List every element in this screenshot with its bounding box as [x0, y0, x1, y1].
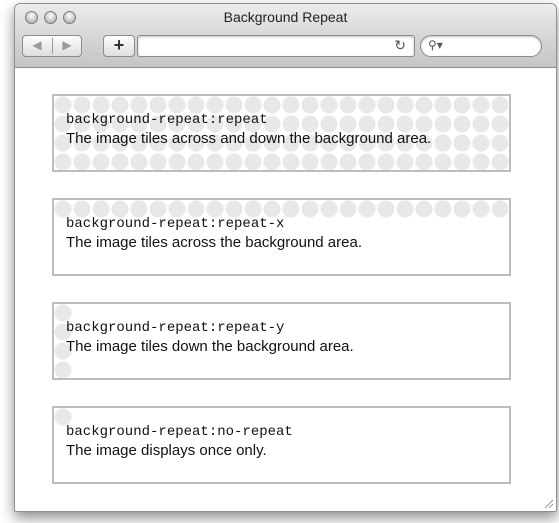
pattern-circle — [491, 200, 509, 218]
resize-grip-icon[interactable] — [542, 497, 554, 509]
search-icon: ⚲▾ — [428, 38, 443, 52]
nav-button-group: ◀ ▶ — [22, 35, 82, 57]
pattern-circle — [149, 153, 167, 170]
pattern-circle — [320, 153, 338, 170]
box-code-label: background-repeat:repeat-x — [66, 216, 285, 232]
pattern-circle — [54, 361, 72, 378]
browser-window: Background Repeat ◀ ▶ + ↻ ⚲▾ background-… — [14, 3, 557, 512]
box-description: The image tiles down the background area… — [66, 338, 354, 355]
pattern-circle — [511, 116, 512, 133]
pattern-circle — [282, 153, 300, 170]
no-repeat-box: background-repeat:no-repeat The image di… — [52, 406, 511, 484]
pattern-circle — [434, 153, 452, 170]
pattern-circle — [491, 96, 509, 114]
window-title: Background Repeat — [223, 9, 348, 25]
pattern-circle — [168, 153, 186, 170]
pattern-circle — [511, 201, 512, 218]
pattern-circle — [491, 134, 509, 152]
pattern-circle — [377, 153, 395, 170]
repeat-x-box: background-repeat:repeat-x The image til… — [52, 198, 511, 276]
pattern-circle — [511, 97, 512, 114]
pattern-circle — [472, 153, 490, 170]
pattern-circle — [511, 154, 512, 171]
pattern-circle — [244, 153, 262, 170]
pattern-circle — [54, 153, 72, 170]
repeat-y-box: background-repeat:repeat-y The image til… — [52, 302, 511, 380]
page-content: background-repeat:repeat The image tiles… — [15, 68, 556, 511]
pattern-circle — [511, 135, 512, 152]
plus-icon: + — [113, 35, 125, 55]
pattern-circle — [206, 153, 224, 170]
pattern-circle — [263, 153, 281, 170]
pattern-circle — [301, 153, 319, 170]
box-description: The image displays once only. — [66, 442, 267, 459]
pattern-circle — [187, 153, 205, 170]
pattern-circle — [396, 153, 414, 170]
pattern-circle — [92, 153, 110, 170]
address-bar[interactable]: ↻ — [137, 35, 415, 57]
pattern-circle — [491, 115, 509, 133]
pattern-circle — [130, 153, 148, 170]
pattern-circle — [415, 153, 433, 170]
box-code-label: background-repeat:repeat — [66, 112, 268, 128]
pattern-circle — [453, 153, 471, 170]
forward-arrow-icon[interactable]: ▶ — [53, 38, 81, 52]
box-description: The image tiles across and down the back… — [66, 130, 432, 147]
pattern-circle — [358, 153, 376, 170]
back-arrow-icon[interactable]: ◀ — [23, 38, 51, 52]
add-bookmark-button[interactable]: + — [103, 35, 135, 57]
reload-icon[interactable]: ↻ — [394, 37, 406, 54]
pattern-circle — [225, 153, 243, 170]
title-bar: Background Repeat ◀ ▶ + ↻ ⚲▾ — [15, 4, 556, 68]
box-code-label: background-repeat:no-repeat — [66, 424, 293, 440]
box-description: The image tiles across the background ar… — [66, 234, 362, 251]
box-code-label: background-repeat:repeat-y — [66, 320, 285, 336]
pattern-circle — [111, 153, 129, 170]
pattern-circle — [73, 153, 91, 170]
repeat-box: background-repeat:repeat The image tiles… — [52, 94, 511, 172]
pattern-circle — [491, 153, 509, 170]
pattern-circle — [339, 153, 357, 170]
search-field[interactable]: ⚲▾ — [420, 35, 542, 57]
